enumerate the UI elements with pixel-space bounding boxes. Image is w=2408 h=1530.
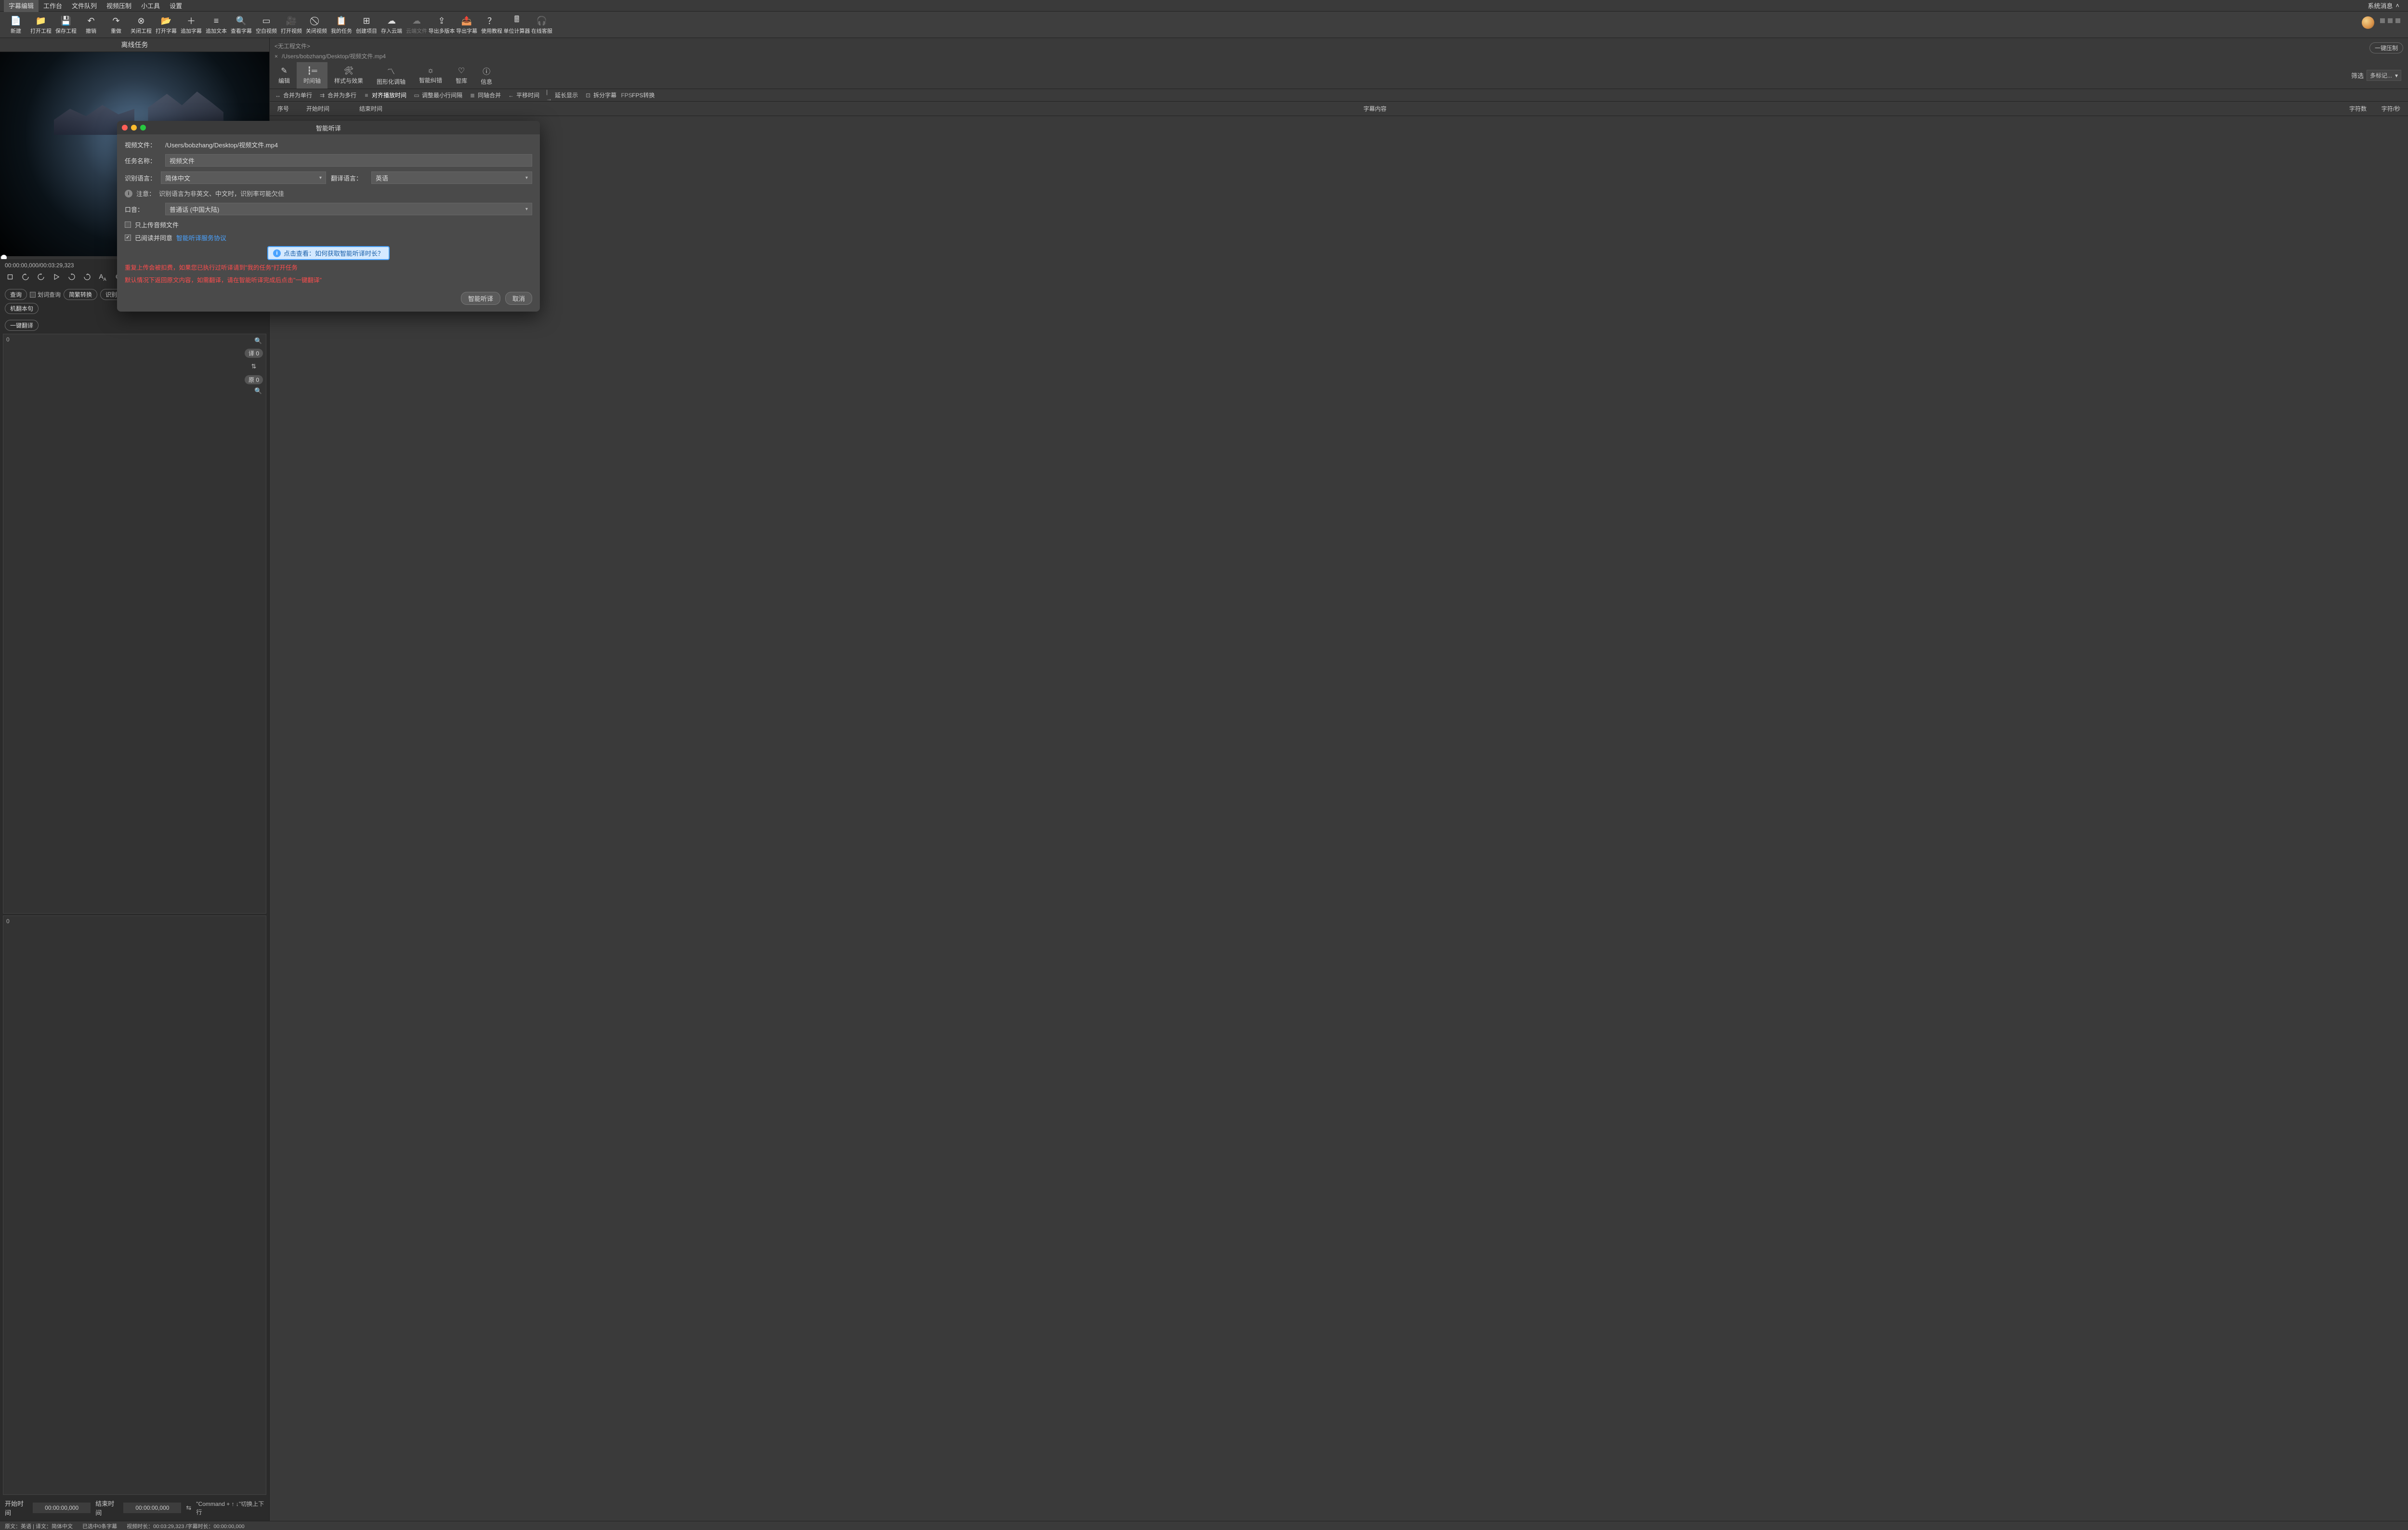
accent-select[interactable]: 普通话 (中国大陆) ▾ bbox=[165, 203, 532, 215]
dialog-confirm-button[interactable]: 智能听译 bbox=[461, 292, 500, 305]
upload-audio-only-checkbox[interactable] bbox=[125, 222, 131, 228]
chevron-down-icon: ▾ bbox=[319, 175, 322, 181]
dialog-titlebar[interactable]: 智能听译 bbox=[117, 121, 540, 134]
translation-language-label: 翻译语言： bbox=[331, 173, 366, 183]
zoom-window-button[interactable] bbox=[140, 125, 146, 131]
info-circle-icon: i bbox=[273, 249, 281, 257]
minimize-window-button[interactable] bbox=[131, 125, 137, 131]
task-name-label: 任务名称： bbox=[125, 156, 160, 165]
chevron-down-icon: ▾ bbox=[525, 207, 528, 212]
warning-text-1: 重复上传会被扣费，如果您已执行过听译请到"我的任务"打开任务 bbox=[125, 263, 532, 273]
chevron-down-icon: ▾ bbox=[525, 175, 528, 181]
task-name-input[interactable] bbox=[165, 154, 532, 167]
agree-prefix: 已阅读并同意 bbox=[135, 233, 172, 242]
agree-terms-checkbox[interactable] bbox=[125, 235, 131, 241]
service-agreement-link[interactable]: 智能听译服务协议 bbox=[176, 233, 226, 242]
note-label: 注意： bbox=[136, 189, 155, 198]
upload-audio-only-label: 只上传音频文件 bbox=[135, 220, 179, 229]
accent-label: 口音： bbox=[125, 205, 160, 214]
close-window-button[interactable] bbox=[122, 125, 128, 131]
video-file-value: /Users/bobzhang/Desktop/视频文件.mp4 bbox=[165, 140, 278, 149]
traffic-lights bbox=[122, 125, 146, 131]
note-text: 识别语言为非英文、中文时，识别率可能欠佳 bbox=[159, 189, 284, 198]
dialog-title: 智能听译 bbox=[117, 123, 540, 132]
dialog-cancel-button[interactable]: 取消 bbox=[505, 292, 532, 305]
smart-transcribe-dialog: 智能听译 视频文件： /Users/bobzhang/Desktop/视频文件.… bbox=[117, 121, 540, 312]
translation-language-select[interactable]: 英语 ▾ bbox=[371, 171, 532, 184]
recognition-language-label: 识别语言： bbox=[125, 173, 156, 183]
video-file-label: 视频文件： bbox=[125, 140, 160, 149]
recognition-language-select[interactable]: 简体中文 ▾ bbox=[161, 171, 326, 184]
help-bubble-link[interactable]: i 点击查看：如何获取智能听译时长？ bbox=[267, 246, 390, 260]
info-circle-icon: i bbox=[125, 190, 132, 197]
warning-text-2: 默认情况下返回原文内容，如需翻译，请在智能听译完成后点击"一键翻译" bbox=[125, 275, 532, 285]
